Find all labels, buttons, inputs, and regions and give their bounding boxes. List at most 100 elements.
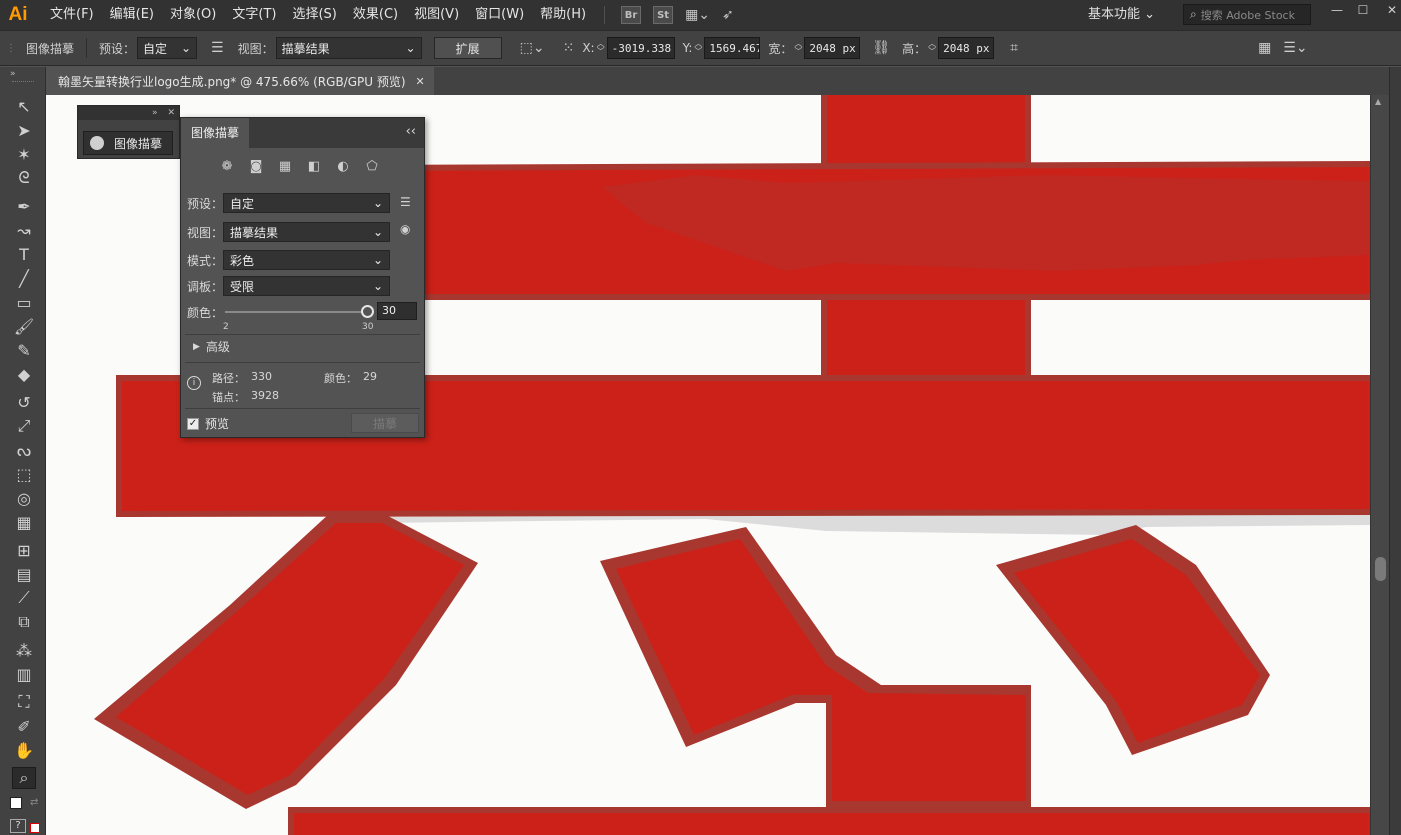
link-icon[interactable]: ⛓ <box>872 40 890 56</box>
trace-preset-dropdown[interactable]: 自定 ⌄ <box>223 193 390 213</box>
selection-tool-icon[interactable]: ↖ <box>12 95 36 117</box>
collapse-toolbar-icon[interactable]: » <box>10 69 16 79</box>
x-field[interactable]: -3019.338 <box>606 37 675 59</box>
pen-tool-icon[interactable]: ✒ <box>12 195 36 217</box>
stock-icon[interactable]: St <box>653 6 674 24</box>
shape-builder-tool-icon[interactable]: ◎ <box>12 487 36 509</box>
slice-tool-icon[interactable]: ✐ <box>12 715 36 737</box>
rectangle-tool-icon[interactable]: ▭ <box>12 291 36 313</box>
image-trace-panel-button[interactable]: 图像描摹 <box>83 131 173 155</box>
width-stepper[interactable]: ︿ ﹀ <box>792 37 804 59</box>
width-field[interactable]: 2048 px <box>804 37 861 59</box>
eraser-tool-icon[interactable]: ◆ <box>12 363 36 385</box>
eyedropper-tool-icon[interactable]: ⟋ <box>12 587 36 609</box>
none-color-icon[interactable] <box>30 823 40 833</box>
magic-wand-tool-icon[interactable]: ✶ <box>12 143 36 165</box>
low-color-icon[interactable]: ▦ <box>277 158 293 174</box>
help-icon[interactable]: ? <box>10 819 26 833</box>
transform-icon[interactable]: ⌗ <box>1010 40 1018 56</box>
menu-select[interactable]: 选择(S) <box>284 0 344 30</box>
fill-color-swatch[interactable] <box>10 797 22 809</box>
preset-icon-row: ❁ ◙ ▦ ◧ ◐ ⬠ <box>219 158 380 174</box>
lasso-tool-icon[interactable]: ᘓ <box>12 167 36 189</box>
menu-effect[interactable]: 效果(C) <box>345 0 406 30</box>
close-panel-icon[interactable]: ✕ <box>167 108 175 118</box>
warp-tool-icon[interactable]: ᔓ <box>12 439 36 461</box>
rocket-icon[interactable]: ➶ <box>722 7 734 23</box>
image-trace-panel: 图像描摹 ‹‹ ❁ ◙ ▦ ◧ ◐ ⬠ 预设： 自定 ⌄ ☰ 视图： 描摹结果 … <box>180 117 425 438</box>
perspective-grid-tool-icon[interactable]: ▦ <box>12 511 36 533</box>
eye-icon[interactable]: ◉ <box>400 222 410 236</box>
artwork-lower-strokes <box>94 513 1370 835</box>
outline-icon[interactable]: ⬠ <box>364 158 380 174</box>
preset-dropdown[interactable]: 自定 ⌄ <box>137 37 198 59</box>
grayscale-icon[interactable]: ◧ <box>306 158 322 174</box>
scrollbar-thumb[interactable] <box>1375 557 1386 581</box>
direct-selection-tool-icon[interactable]: ➤ <box>12 119 36 141</box>
colors-value-field[interactable]: 30 <box>377 302 417 320</box>
workspace-layout-icon[interactable]: ▦⌄ <box>685 7 710 23</box>
align-selection-icon[interactable]: ⬚⌄ <box>520 40 545 56</box>
blend-tool-icon[interactable]: ⧉ <box>12 611 36 633</box>
reference-point-icon[interactable]: ⁙ <box>563 40 575 56</box>
y-field[interactable]: 1569.467 <box>704 37 761 59</box>
shaper-tool-icon[interactable]: ✎ <box>12 339 36 361</box>
scroll-up-icon[interactable]: ▲ <box>1375 97 1381 106</box>
arrange-icon[interactable]: ▦ <box>1258 40 1271 56</box>
colors-slider-track[interactable] <box>225 311 367 313</box>
hand-tool-icon[interactable]: ✋ <box>12 739 36 761</box>
gradient-tool-icon[interactable]: ▤ <box>12 563 36 585</box>
line-tool-icon[interactable]: ╱ <box>12 267 36 289</box>
close-tab-icon[interactable]: ✕ <box>416 75 425 88</box>
zoom-tool-icon[interactable]: ⌕ <box>12 767 36 789</box>
height-stepper[interactable]: ︿ ﹀ <box>926 37 938 59</box>
menu-window[interactable]: 窗口(W) <box>467 0 532 30</box>
collapse-panel-icon[interactable]: ‹‹ <box>406 124 416 139</box>
high-color-icon[interactable]: ◙ <box>248 158 264 174</box>
type-tool-icon[interactable]: T <box>12 243 36 265</box>
y-stepper[interactable]: ︿ ﹀ <box>692 37 704 59</box>
preset-options-icon[interactable]: ☰ <box>211 40 224 56</box>
free-transform-tool-icon[interactable]: ⬚ <box>12 463 36 485</box>
expand-button[interactable]: 扩展 <box>433 37 502 59</box>
bridge-icon[interactable]: Br <box>621 6 642 24</box>
trace-mode-dropdown[interactable]: 彩色 ⌄ <box>223 250 390 270</box>
preview-toggle[interactable]: ✓ 预览 <box>187 415 229 432</box>
paintbrush-tool-icon[interactable]: 🖌 <box>12 315 36 337</box>
preview-checkbox[interactable]: ✓ <box>187 417 199 430</box>
symbol-sprayer-tool-icon[interactable]: ⁂ <box>12 639 36 661</box>
panel-tab-image-trace[interactable]: 图像描摹 <box>181 118 250 148</box>
black-white-icon[interactable]: ◐ <box>335 158 351 174</box>
x-stepper[interactable]: ︿ ﹀ <box>595 37 607 59</box>
height-field[interactable]: 2048 px <box>938 37 995 59</box>
trace-palette-dropdown[interactable]: 受限 ⌄ <box>223 276 390 296</box>
menu-edit[interactable]: 编辑(E) <box>102 0 162 30</box>
vertical-scrollbar[interactable]: ▲ <box>1370 95 1389 835</box>
trace-view-dropdown[interactable]: 描摹结果 ⌄ <box>223 222 390 242</box>
expand-panels-icon[interactable]: » <box>152 108 158 118</box>
trace-button[interactable]: 描摹 <box>351 413 419 433</box>
auto-color-icon[interactable]: ❁ <box>219 158 235 174</box>
menu-file[interactable]: 文件(F) <box>36 0 102 30</box>
menu-view[interactable]: 视图(V) <box>406 0 467 30</box>
curvature-tool-icon[interactable]: ↝ <box>12 219 36 241</box>
stock-search-input[interactable]: ⌕ 搜索 Adobe Stock <box>1183 4 1311 25</box>
column-graph-tool-icon[interactable]: ▥ <box>12 663 36 685</box>
menu-help[interactable]: 帮助(H) <box>532 0 594 30</box>
scale-tool-icon[interactable]: ⤢ <box>12 415 36 437</box>
preset-list-icon[interactable]: ☰ <box>400 195 411 209</box>
advanced-toggle[interactable]: ▶ 高级 <box>193 338 230 355</box>
menu-type[interactable]: 文字(T) <box>224 0 284 30</box>
close-window-button[interactable]: ✕ <box>1375 0 1401 20</box>
document-tab[interactable]: 翰墨矢量转换行业logo生成.png* @ 475.66% (RGB/GPU 预… <box>46 67 434 95</box>
swap-colors-icon[interactable]: ⇄ <box>30 797 38 808</box>
workspace-switcher[interactable]: 基本功能 ⌄ <box>1088 0 1155 30</box>
menu-object[interactable]: 对象(O) <box>162 0 224 30</box>
colors-slider-knob[interactable] <box>360 305 374 318</box>
rotate-tool-icon[interactable]: ↺ <box>12 391 36 413</box>
mesh-tool-icon[interactable]: ⊞ <box>12 539 36 561</box>
view-dropdown[interactable]: 描摹结果 ⌄ <box>275 37 422 59</box>
artboard-tool-icon[interactable]: ⛶ <box>12 691 36 713</box>
right-panel-dock[interactable] <box>1389 67 1401 835</box>
panel-menu-icon[interactable]: ☰⌄ <box>1283 40 1307 56</box>
